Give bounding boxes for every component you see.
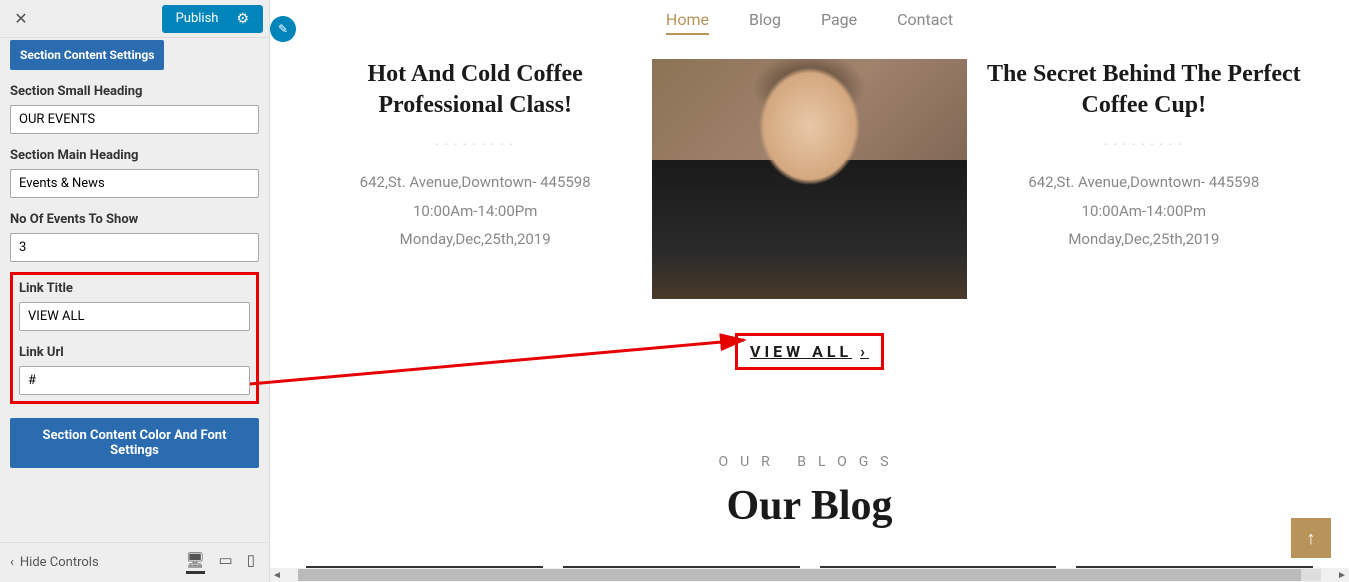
sidebar-footer: ‹ Hide Controls 🖥 ▭ ▯ [0,542,269,582]
view-all-label: VIEW ALL [750,342,852,361]
event-address: 642,St. Avenue,Downtown- 445598 [987,168,1301,197]
event-title: Hot And Cold Coffee Professional Class! [318,59,632,121]
section-content-settings-button[interactable]: Section Content Settings [10,40,164,70]
close-button[interactable]: ✕ [6,4,36,34]
field-link-title: Link Title [19,281,250,331]
field-link-url: Link Url [19,345,250,395]
device-switcher: 🖥 ▭ ▯ [186,551,256,574]
view-all-container: VIEW ALL › [270,333,1349,370]
hide-controls-label: Hide Controls [20,555,99,570]
small-heading-input[interactable] [10,105,259,134]
publish-label: Publish [176,11,219,26]
gear-icon: ⚙ [236,11,249,27]
link-url-label: Link Url [19,345,250,360]
preview-pane: ✎ Home Blog Page Contact Hot And Cold Co… [270,0,1349,582]
hide-controls-button[interactable]: ‹ Hide Controls [10,555,99,570]
event-title: The Secret Behind The Perfect Coffee Cup… [987,59,1301,121]
scrollbar-thumb[interactable] [298,569,1301,581]
chevron-left-icon: ‹ [10,555,14,570]
customizer-sidebar: ✕ Publish ⚙ Section Content Settings Sec… [0,0,270,582]
event-date: Monday,Dec,25th,2019 [318,225,632,254]
main-heading-label: Section Main Heading [10,148,259,163]
divider-icon: - - - - - - - - - [318,139,632,150]
small-heading-label: Section Small Heading [10,84,259,99]
scroll-right-icon[interactable]: ► [1335,570,1349,581]
mobile-icon[interactable]: ▯ [247,551,255,574]
field-main-heading: Section Main Heading [10,148,259,198]
no-events-input[interactable] [10,233,259,262]
field-small-heading: Section Small Heading [10,84,259,134]
chevron-right-icon: › [860,342,869,361]
field-no-events: No Of Events To Show [10,212,259,262]
tablet-icon[interactable]: ▭ [219,551,233,574]
divider-icon: - - - - - - - - - [987,139,1301,150]
desktop-icon[interactable]: 🖥 [186,551,205,574]
scroll-left-icon[interactable]: ◄ [270,570,284,581]
blog-main-heading: Our Blog [270,482,1349,530]
main-heading-input[interactable] [10,169,259,198]
color-font-settings-button[interactable]: Section Content Color And Font Settings [10,418,259,468]
link-url-input[interactable] [19,366,250,395]
event-date: Monday,Dec,25th,2019 [987,225,1301,254]
event-card: Hot And Cold Coffee Professional Class! … [298,59,652,299]
view-all-highlight: VIEW ALL › [735,333,884,370]
no-events-label: No Of Events To Show [10,212,259,227]
publish-button[interactable]: Publish ⚙ [162,5,263,33]
nav-contact[interactable]: Contact [897,10,953,35]
preview-content[interactable]: ✎ Home Blog Page Contact Hot And Cold Co… [270,0,1349,582]
link-title-input[interactable] [19,302,250,331]
site-nav: Home Blog Page Contact [270,0,1349,45]
events-row: Hot And Cold Coffee Professional Class! … [298,59,1321,299]
link-title-label: Link Title [19,281,250,296]
scrollbar-track[interactable] [298,569,1321,581]
event-time: 10:00Am-14:00Pm [987,197,1301,226]
horizontal-scrollbar[interactable]: ◄ ► [270,568,1349,582]
event-image [652,59,966,299]
nav-page[interactable]: Page [821,10,857,35]
event-address: 642,St. Avenue,Downtown- 445598 [318,168,632,197]
scroll-top-button[interactable]: ↑ [1291,518,1331,558]
blog-small-heading: OUR BLOGS [270,454,1349,470]
highlighted-link-fields: Link Title Link Url [10,272,259,404]
event-card: The Secret Behind The Perfect Coffee Cup… [967,59,1321,299]
nav-home[interactable]: Home [666,10,709,35]
sidebar-header: ✕ Publish ⚙ [0,0,269,38]
edit-pencil-icon[interactable]: ✎ [270,16,296,42]
nav-blog[interactable]: Blog [749,10,781,35]
blog-section: OUR BLOGS Our Blog [270,424,1349,578]
sidebar-content: Section Content Settings Section Small H… [0,38,269,543]
view-all-button[interactable]: VIEW ALL › [750,342,869,361]
event-time: 10:00Am-14:00Pm [318,197,632,226]
